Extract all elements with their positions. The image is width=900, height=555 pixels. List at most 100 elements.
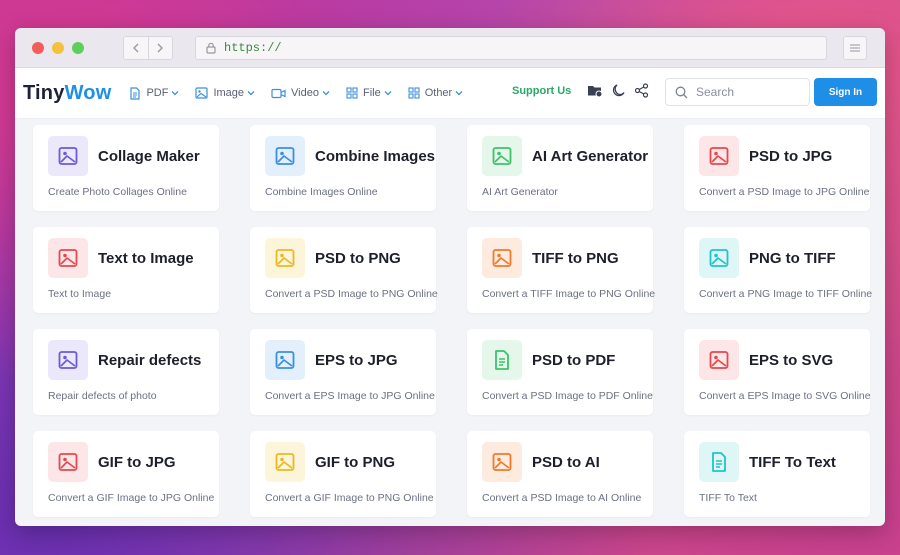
tool-description: Convert a PSD Image to PDF Online — [482, 390, 653, 402]
forward-button[interactable] — [147, 37, 173, 59]
image-icon — [58, 453, 78, 471]
tool-card[interactable]: TIFF to PNG Convert a TIFF Image to PNG … — [467, 227, 655, 313]
sign-in-button[interactable]: Sign In — [814, 78, 877, 106]
tool-description: Combine Images Online — [265, 186, 378, 198]
tool-icon-box — [482, 238, 522, 278]
share-icon — [634, 83, 649, 98]
tool-card[interactable]: Text to Image Text to Image — [33, 227, 219, 313]
chevron-down-icon — [171, 91, 179, 96]
tool-description: Convert a EPS Image to JPG Online — [265, 390, 435, 402]
image-icon — [275, 453, 295, 471]
tool-icon-box — [699, 340, 739, 380]
minimize-window-button[interactable] — [52, 42, 64, 54]
tool-card[interactable]: EPS to JPG Convert a EPS Image to JPG On… — [250, 329, 436, 415]
tool-description: Convert a EPS Image to SVG Online — [699, 390, 871, 402]
tool-grid: Collage Maker Create Photo Collages Onli… — [33, 125, 873, 517]
tool-icon-box — [265, 136, 305, 176]
browser-window: https:// TinyWow PDF Image Video File Ot… — [15, 28, 885, 526]
tool-card[interactable]: EPS to SVG Convert a EPS Image to SVG On… — [684, 329, 871, 415]
nav-other-label: Other — [424, 87, 453, 99]
image-icon — [709, 249, 729, 267]
nav-video[interactable]: Video — [271, 87, 330, 100]
logo-text-tiny: Tiny — [23, 81, 65, 104]
tool-card[interactable]: PSD to PDF Convert a PSD Image to PDF On… — [467, 329, 653, 415]
image-icon — [492, 453, 512, 471]
share-button[interactable] — [634, 83, 649, 98]
document-icon — [130, 86, 141, 100]
chevron-down-icon — [322, 91, 330, 96]
tool-description: Convert a PSD Image to JPG Online — [699, 186, 870, 198]
tool-card[interactable]: GIF to PNG Convert a GIF Image to PNG On… — [250, 431, 436, 517]
tool-icon-box — [48, 136, 88, 176]
moon-icon — [612, 84, 625, 97]
document-icon — [495, 350, 509, 370]
tool-description: AI Art Generator — [482, 186, 558, 198]
image-icon — [58, 147, 78, 165]
tool-title: EPS to JPG — [315, 352, 398, 369]
tool-description: Text to Image — [48, 288, 112, 300]
image-icon — [709, 147, 729, 165]
tool-title: Collage Maker — [98, 148, 200, 165]
tool-description: TIFF To Text — [699, 492, 757, 504]
grid-icon — [408, 87, 420, 99]
search-icon — [675, 86, 688, 98]
tool-title: PSD to PDF — [532, 352, 616, 369]
tool-icon-box — [699, 442, 739, 482]
tool-title: TIFF To Text — [749, 454, 836, 471]
tool-title: Text to Image — [98, 250, 194, 267]
tool-icon-box — [48, 340, 88, 380]
search-box — [665, 78, 810, 106]
folder-upload-button[interactable] — [587, 83, 603, 98]
tool-title: Repair defects — [98, 352, 202, 369]
tool-title: AI Art Generator — [532, 148, 649, 165]
close-window-button[interactable] — [32, 42, 44, 54]
nav-pdf-label: PDF — [146, 87, 169, 99]
back-button[interactable] — [124, 37, 148, 59]
image-icon — [275, 147, 295, 165]
tool-icon-box — [482, 340, 522, 380]
nav-other[interactable]: Other — [408, 87, 464, 100]
tool-description: Repair defects of photo — [48, 390, 157, 402]
tool-title: GIF to JPG — [98, 454, 176, 471]
dark-mode-toggle[interactable] — [611, 83, 626, 98]
maximize-window-button[interactable] — [72, 42, 84, 54]
history-nav — [123, 36, 173, 60]
tool-card[interactable]: GIF to JPG Convert a GIF Image to JPG On… — [33, 431, 219, 517]
chevron-down-icon — [247, 91, 255, 96]
chevron-left-icon — [132, 43, 139, 53]
tool-icon-box — [482, 136, 522, 176]
tool-card[interactable]: Collage Maker Create Photo Collages Onli… — [33, 125, 219, 211]
video-camera-icon — [271, 88, 286, 98]
tool-title: TIFF to PNG — [532, 250, 619, 267]
tool-description: Convert a GIF Image to PNG Online — [265, 492, 434, 504]
support-us-link[interactable]: Support Us — [512, 85, 571, 97]
nav-image-label: Image — [213, 87, 245, 99]
tool-description: Convert a GIF Image to JPG Online — [48, 492, 215, 504]
site-logo[interactable]: TinyWow — [23, 82, 111, 105]
browser-menu-button[interactable] — [843, 36, 867, 60]
tool-card[interactable]: PSD to AI Convert a PSD Image to AI Onli… — [467, 431, 653, 517]
tool-card[interactable]: PSD to JPG Convert a PSD Image to JPG On… — [684, 125, 870, 211]
nav-pdf[interactable]: PDF — [129, 86, 179, 100]
tool-card[interactable]: TIFF To Text TIFF To Text — [684, 431, 870, 517]
tool-icon-box — [699, 238, 739, 278]
tool-icon-box — [265, 442, 305, 482]
tool-card[interactable]: AI Art Generator AI Art Generator — [467, 125, 653, 211]
image-icon — [492, 147, 512, 165]
nav-image[interactable]: Image — [195, 87, 255, 100]
document-icon — [712, 452, 726, 472]
tool-icon-box — [48, 442, 88, 482]
tool-card[interactable]: Combine Images Combine Images Online — [250, 125, 436, 211]
tool-card[interactable]: Repair defects Repair defects of photo — [33, 329, 219, 415]
address-bar[interactable]: https:// — [195, 36, 827, 60]
tool-icon-box — [265, 340, 305, 380]
tool-title: PSD to AI — [532, 454, 600, 471]
tool-card[interactable]: PSD to PNG Convert a PSD Image to PNG On… — [250, 227, 438, 313]
logo-text-wow: Wow — [64, 81, 112, 104]
tool-description: Convert a PNG Image to TIFF Online — [699, 288, 873, 300]
tool-title: GIF to PNG — [315, 454, 395, 471]
tool-card[interactable]: PNG to TIFF Convert a PNG Image to TIFF … — [684, 227, 873, 313]
nav-file[interactable]: File — [346, 87, 392, 100]
search-input[interactable] — [694, 84, 808, 100]
lock-icon — [206, 42, 216, 54]
